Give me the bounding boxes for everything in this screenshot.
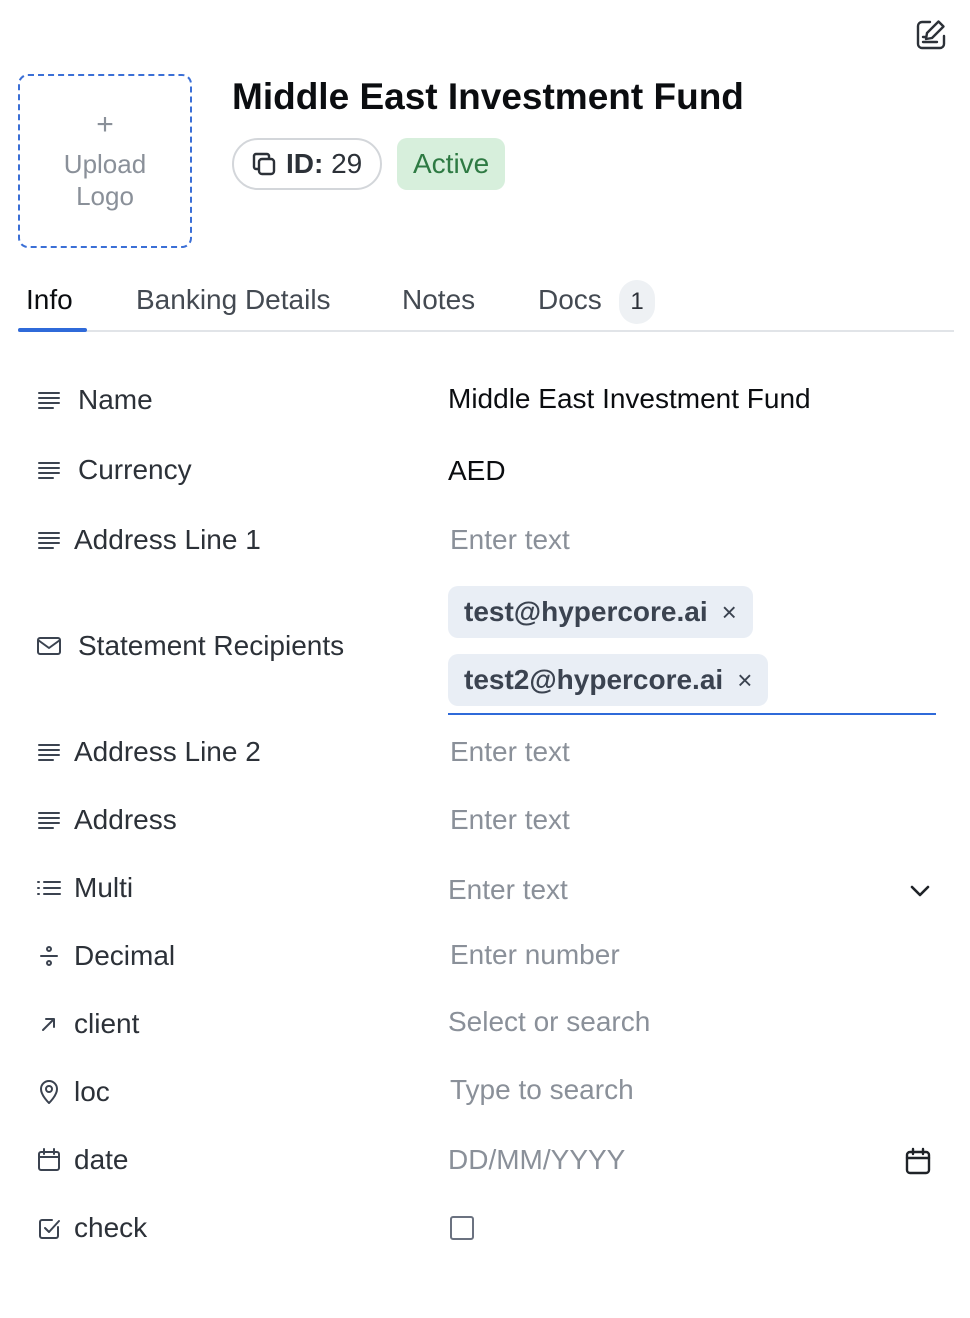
recipient-chip: test2@hypercore.ai × xyxy=(448,654,769,706)
upload-logo-label: Upload Logo xyxy=(63,149,147,211)
chevron-down-icon[interactable] xyxy=(906,877,934,905)
date-input[interactable]: DD/MM/YYYY xyxy=(448,1144,625,1176)
tab-info[interactable]: Info xyxy=(26,284,73,316)
active-tab-indicator xyxy=(18,328,87,332)
docs-count-badge: 1 xyxy=(619,280,655,324)
edit-icon xyxy=(916,20,946,50)
relation-arrow-icon xyxy=(42,1018,55,1031)
field-label-date: date xyxy=(34,1144,129,1176)
text-field-icon xyxy=(38,462,60,479)
text-field-icon xyxy=(38,812,60,829)
client-select-input[interactable]: Select or search xyxy=(448,1006,650,1038)
mail-icon xyxy=(37,637,61,655)
calendar-picker-icon[interactable] xyxy=(904,1146,932,1176)
tab-notes[interactable]: Notes xyxy=(402,284,475,316)
field-label-name: Name xyxy=(34,384,153,416)
tab-bar: Info Banking Details Notes Docs 1 xyxy=(18,270,954,332)
multi-select-input[interactable]: Enter text xyxy=(448,874,568,906)
checkbox-field-icon xyxy=(39,1219,60,1239)
page-title: Middle East Investment Fund xyxy=(232,76,744,117)
address-line-1-input[interactable]: Enter text xyxy=(450,524,570,556)
tab-banking-details[interactable]: Banking Details xyxy=(136,284,331,316)
upload-logo-button[interactable]: + Upload Logo xyxy=(18,74,192,248)
plus-icon: + xyxy=(96,108,114,141)
divide-icon xyxy=(40,946,58,966)
field-label-statement-recipients: Statement Recipients xyxy=(34,630,344,662)
field-label-address-line-2: Address Line 2 xyxy=(34,736,261,768)
address-input[interactable]: Enter text xyxy=(450,804,570,836)
decimal-input[interactable]: Enter number xyxy=(450,939,620,971)
location-search-input[interactable]: Type to search xyxy=(450,1074,634,1106)
id-label: ID: xyxy=(286,148,324,179)
text-field-icon xyxy=(38,392,60,409)
field-label-decimal: Decimal xyxy=(34,940,175,972)
field-label-client: client xyxy=(34,1008,139,1040)
remove-chip-icon[interactable]: × xyxy=(737,665,752,696)
field-label-loc: loc xyxy=(34,1076,110,1108)
field-label-currency: Currency xyxy=(34,454,192,486)
address-line-2-input[interactable]: Enter text xyxy=(450,736,570,768)
check-checkbox[interactable] xyxy=(450,1216,474,1240)
text-field-icon xyxy=(38,744,60,761)
calendar-icon xyxy=(38,1148,60,1171)
list-icon xyxy=(37,881,61,895)
recipient-chip: test@hypercore.ai × xyxy=(448,586,753,638)
name-value[interactable]: Middle East Investment Fund xyxy=(448,383,811,415)
field-label-address-line-1: Address Line 1 xyxy=(34,524,261,556)
recipients-input-underline[interactable] xyxy=(448,713,936,715)
field-label-check: check xyxy=(34,1212,147,1244)
id-value: 29 xyxy=(331,148,363,179)
copy-icon xyxy=(252,152,276,176)
field-label-address: Address xyxy=(34,804,177,836)
field-label-multi: Multi xyxy=(34,872,133,904)
status-badge: Active xyxy=(397,138,506,190)
edit-button[interactable] xyxy=(912,16,950,54)
text-field-icon xyxy=(38,532,60,549)
remove-chip-icon[interactable]: × xyxy=(722,597,737,628)
tab-docs[interactable]: Docs xyxy=(538,284,602,316)
copy-id-button[interactable]: ID: 29 xyxy=(232,138,383,190)
currency-value[interactable]: AED xyxy=(448,455,506,487)
location-pin-icon xyxy=(40,1080,58,1104)
